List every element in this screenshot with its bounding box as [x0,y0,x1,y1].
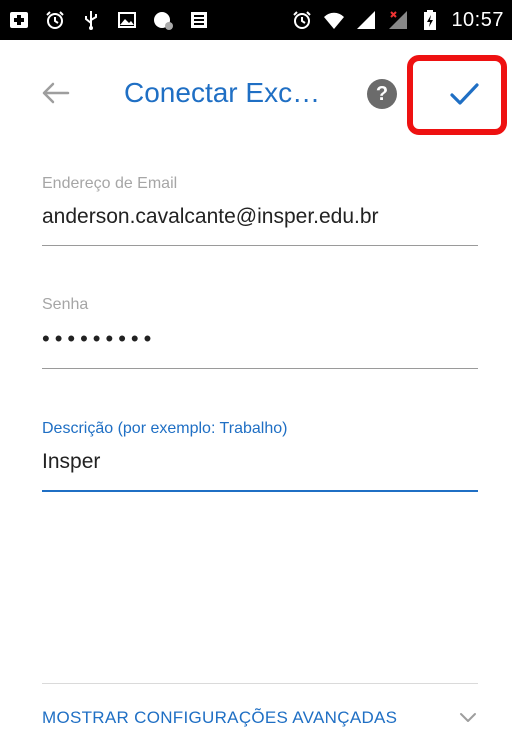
image-icon [118,12,136,28]
password-field[interactable]: Senha ••••••••• [42,296,478,369]
spy-icon [154,12,173,30]
help-icon-glyph: ? [375,82,389,105]
password-field-label: Senha [42,296,89,313]
email-field-label: Endereço de Email [42,175,178,192]
screen: 10:57 Conectar Exc… ? Endereço de Email … [0,0,512,729]
alarm-icon [46,11,64,29]
email-field-underline [42,245,478,246]
signal-icon [357,11,376,29]
help-icon[interactable]: ? [367,79,397,109]
chevron-down-icon[interactable] [458,711,478,725]
divider [42,683,478,684]
password-input[interactable]: ••••••••• [42,326,478,352]
usb-icon [85,11,97,30]
arrow-back-icon[interactable] [38,76,72,110]
status-time: 10:57 [451,8,504,31]
description-field-label: Descrição (por exemplo: Trabalho) [42,420,288,437]
wifi-icon [324,12,345,29]
alarm-icon [293,11,312,29]
status-left-icons [8,9,210,31]
app-bar: Conectar Exc… ? [0,40,512,148]
keyboard-icon [191,12,207,28]
advanced-settings-toggle[interactable]: MOSTRAR CONFIGURAÇÕES AVANÇADAS [42,708,478,728]
check-icon[interactable] [446,76,482,112]
password-field-underline [42,368,478,369]
description-field[interactable]: Descrição (por exemplo: Trabalho) Insper [42,420,478,492]
no-signal-icon [389,11,408,29]
status-bar: 10:57 [0,0,512,40]
status-right-icons: 10:57 [291,9,504,32]
description-input[interactable]: Insper [42,450,478,474]
page-title: Conectar Exc… [124,77,321,108]
description-field-underline [42,490,478,492]
email-field[interactable]: Endereço de Email anderson.cavalcante@in… [42,175,478,246]
email-input[interactable]: anderson.cavalcante@insper.edu.br [42,205,478,229]
battery-charging-icon [424,10,437,30]
advanced-settings-label[interactable]: MOSTRAR CONFIGURAÇÕES AVANÇADAS [42,708,397,728]
notification-icon [10,12,28,28]
